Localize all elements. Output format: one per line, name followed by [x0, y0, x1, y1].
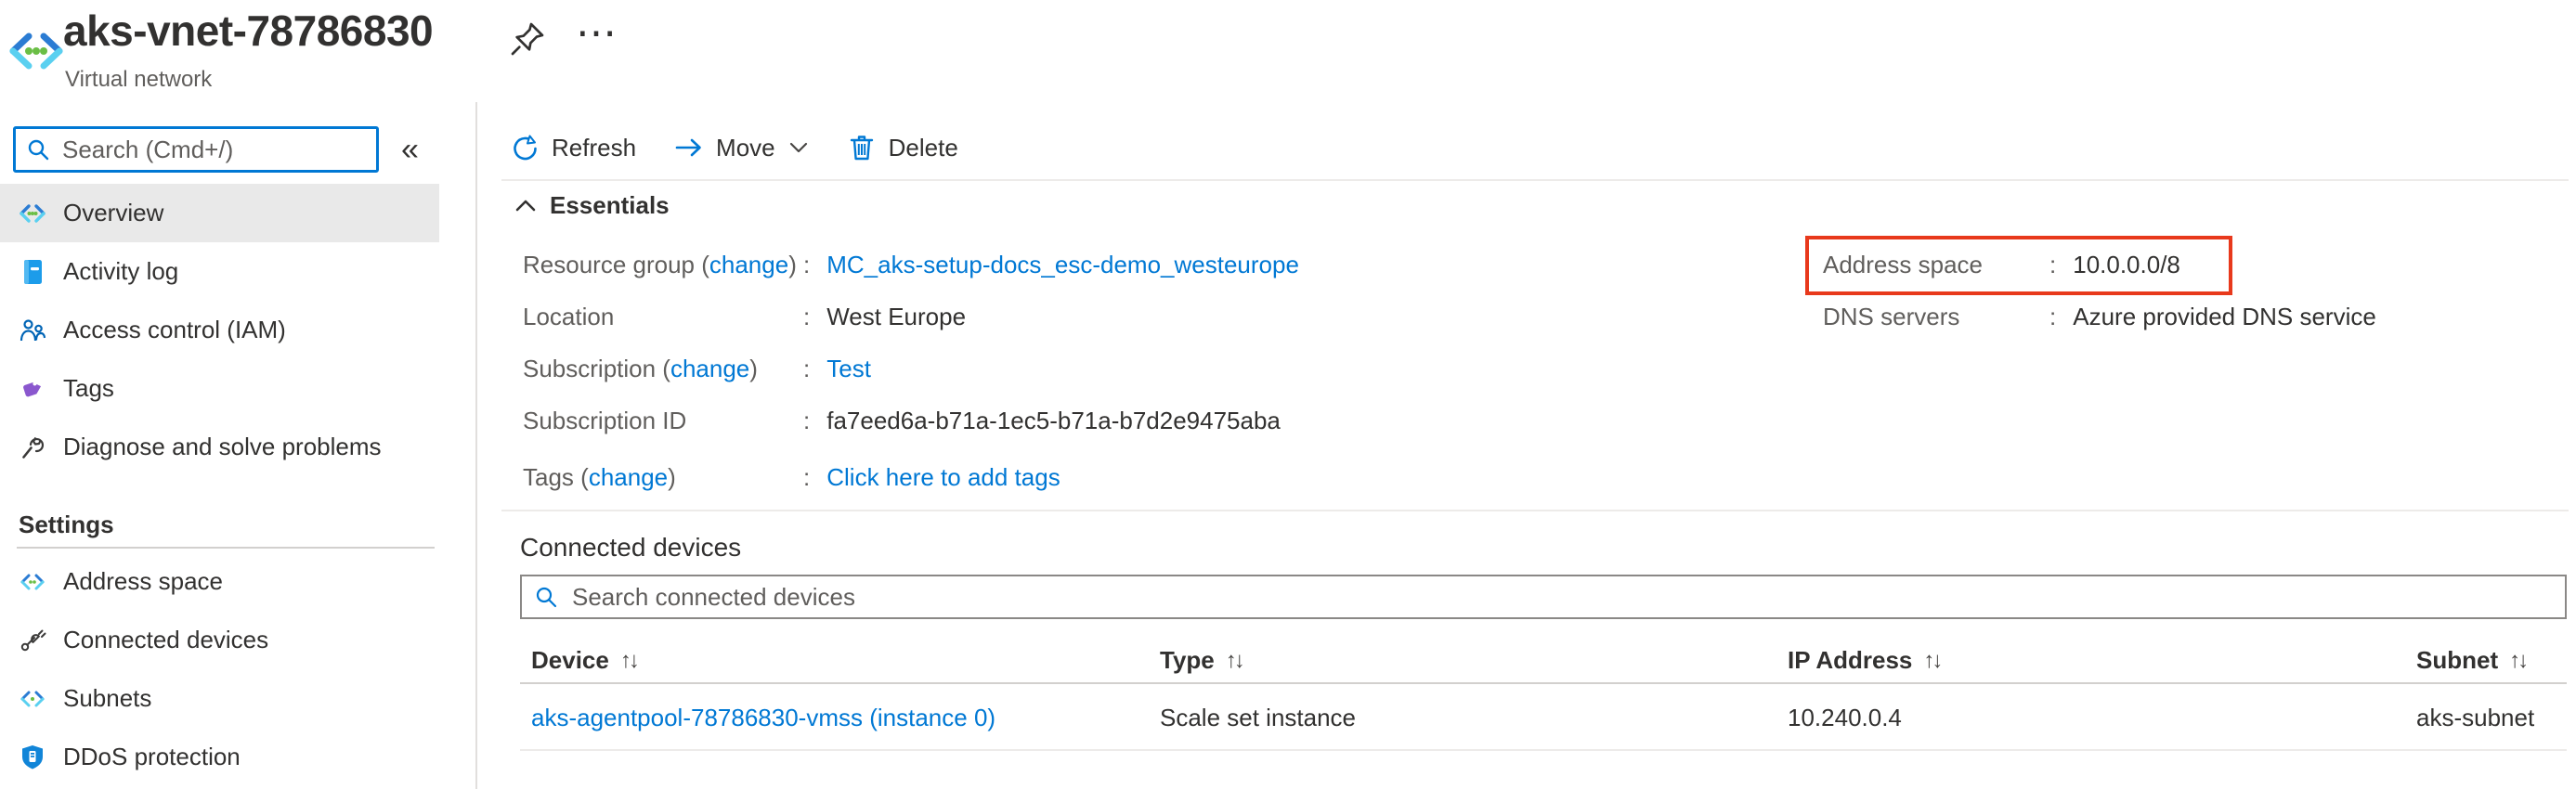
sidebar-item-tags[interactable]: Tags [0, 359, 439, 418]
sidebar-item-label: Subnets [63, 684, 151, 713]
essentials-row-tags: Tags (change) : Click here to add tags [523, 463, 1060, 497]
column-header-type[interactable]: Type↑↓ [1160, 646, 1242, 675]
essentials-divider [501, 510, 2569, 511]
collapse-sidebar-icon[interactable]: « [401, 132, 419, 168]
wrench-icon [17, 433, 48, 461]
change-tags-link[interactable]: change [589, 463, 668, 491]
trash-icon [848, 133, 876, 162]
toolbar-divider [501, 179, 2569, 181]
dns-servers-value: Azure provided DNS service [2073, 303, 2376, 331]
sidebar-item-label: Connected devices [63, 626, 268, 654]
essentials-row-dns-servers: DNS servers : Azure provided DNS service [1823, 303, 2376, 336]
sidebar-item-label: Activity log [63, 257, 178, 286]
command-bar: Refresh Move Delete [509, 126, 997, 169]
change-resource-group-link[interactable]: change [709, 251, 788, 278]
change-subscription-link[interactable]: change [670, 355, 749, 382]
page-subtitle: Virtual network [65, 67, 212, 93]
activity-log-icon [17, 258, 48, 286]
essentials-title: Essentials [550, 191, 670, 220]
sort-icon: ↑↓ [1226, 648, 1242, 674]
refresh-button[interactable]: Refresh [509, 133, 636, 162]
sidebar-search-input[interactable] [62, 136, 373, 164]
table-header-row: Device↑↓ Type↑↓ IP Address↑↓ Subnet↑↓ [520, 639, 2567, 684]
subscription-link[interactable]: Test [826, 355, 871, 383]
essentials-row-subscription: Subscription (change) : Test [523, 355, 871, 388]
sidebar-nav: Overview Activity log Acces [0, 184, 477, 786]
sidebar-item-diagnose[interactable]: Diagnose and solve problems [0, 418, 439, 476]
sidebar-search-box[interactable] [13, 126, 379, 173]
sidebar-item-activity-log[interactable]: Activity log [0, 242, 439, 301]
essentials-row-resource-group: Resource group (change) : MC_aks-setup-d… [523, 251, 1299, 284]
more-icon[interactable]: ⋯ [576, 9, 618, 57]
location-value: West Europe [826, 303, 966, 331]
sidebar-item-label: DDoS protection [63, 743, 241, 771]
sidebar-item-subnets[interactable]: Subnets [0, 669, 439, 728]
people-icon [17, 317, 48, 344]
sidebar-item-ddos-protection[interactable]: DDoS protection [0, 728, 439, 786]
sidebar-item-address-space[interactable]: Address space [0, 552, 439, 611]
sidebar-item-label: Diagnose and solve problems [63, 433, 382, 461]
sidebar-section-settings: Settings [0, 504, 477, 545]
refresh-icon [509, 133, 539, 162]
sort-icon: ↑↓ [620, 648, 637, 674]
device-type-cell: Scale set instance [1160, 684, 1356, 751]
table-row: aks-agentpool-78786830-vmss (instance 0)… [520, 684, 2567, 751]
column-header-subnet[interactable]: Subnet↑↓ [2416, 646, 2526, 675]
device-subnet-cell: aks-subnet [2416, 684, 2534, 751]
device-ip-cell: 10.240.0.4 [1788, 684, 1902, 751]
connected-devices-search-box[interactable] [520, 575, 2567, 619]
sidebar-item-label: Overview [63, 199, 163, 227]
search-icon [533, 584, 559, 610]
column-header-device[interactable]: Device↑↓ [531, 646, 637, 675]
search-icon [25, 136, 51, 162]
virtual-network-icon [17, 200, 48, 227]
resource-group-link[interactable]: MC_aks-setup-docs_esc-demo_westeurope [826, 251, 1299, 279]
sidebar-item-label: Access control (IAM) [63, 316, 286, 344]
connected-devices-search-input[interactable] [572, 583, 2554, 612]
tag-icon [17, 375, 48, 403]
virtual-network-icon [7, 30, 65, 77]
sidebar-item-connected-devices[interactable]: Connected devices [0, 611, 439, 669]
sidebar-item-access-control[interactable]: Access control (IAM) [0, 301, 439, 359]
delete-button[interactable]: Delete [848, 133, 958, 162]
essentials-row-address-space: Address space : 10.0.0.0/8 [1823, 251, 2180, 284]
sidebar-item-overview[interactable]: Overview [0, 184, 439, 242]
arrow-right-icon [675, 136, 703, 159]
sidebar-item-label: Tags [63, 374, 114, 403]
device-link[interactable]: aks-agentpool-78786830-vmss (instance 0) [531, 704, 995, 732]
move-button[interactable]: Move [675, 134, 809, 162]
essentials-toggle[interactable]: Essentials [501, 191, 670, 220]
address-space-icon [17, 568, 48, 596]
column-header-ip-address[interactable]: IP Address↑↓ [1788, 646, 1940, 675]
sort-icon: ↑↓ [2509, 648, 2526, 674]
add-tags-link[interactable]: Click here to add tags [826, 463, 1060, 492]
shield-icon [17, 744, 48, 771]
chevron-down-icon [788, 140, 809, 155]
pin-icon[interactable] [509, 20, 546, 62]
essentials-row-subscription-id: Subscription ID : fa7eed6a-b71a-1ec5-b71… [523, 407, 1281, 440]
chevron-up-icon [514, 199, 537, 213]
sidebar-divider [17, 547, 435, 549]
sort-icon: ↑↓ [1923, 648, 1940, 674]
subscription-id-value: fa7eed6a-b71a-1ec5-b71a-b7d2e9475aba [826, 407, 1281, 435]
address-space-value: 10.0.0.0/8 [2073, 251, 2180, 279]
page-title: aks-vnet-78786830 [63, 6, 433, 56]
essentials-row-location: Location : West Europe [523, 303, 966, 336]
subnet-icon [17, 685, 48, 713]
connected-devices-heading: Connected devices [520, 533, 741, 563]
sidebar-item-label: Address space [63, 567, 223, 596]
connected-devices-table: Device↑↓ Type↑↓ IP Address↑↓ Subnet↑↓ ak… [520, 639, 2567, 751]
plug-icon [17, 627, 48, 654]
sidebar: « Overview Activi [0, 102, 477, 789]
